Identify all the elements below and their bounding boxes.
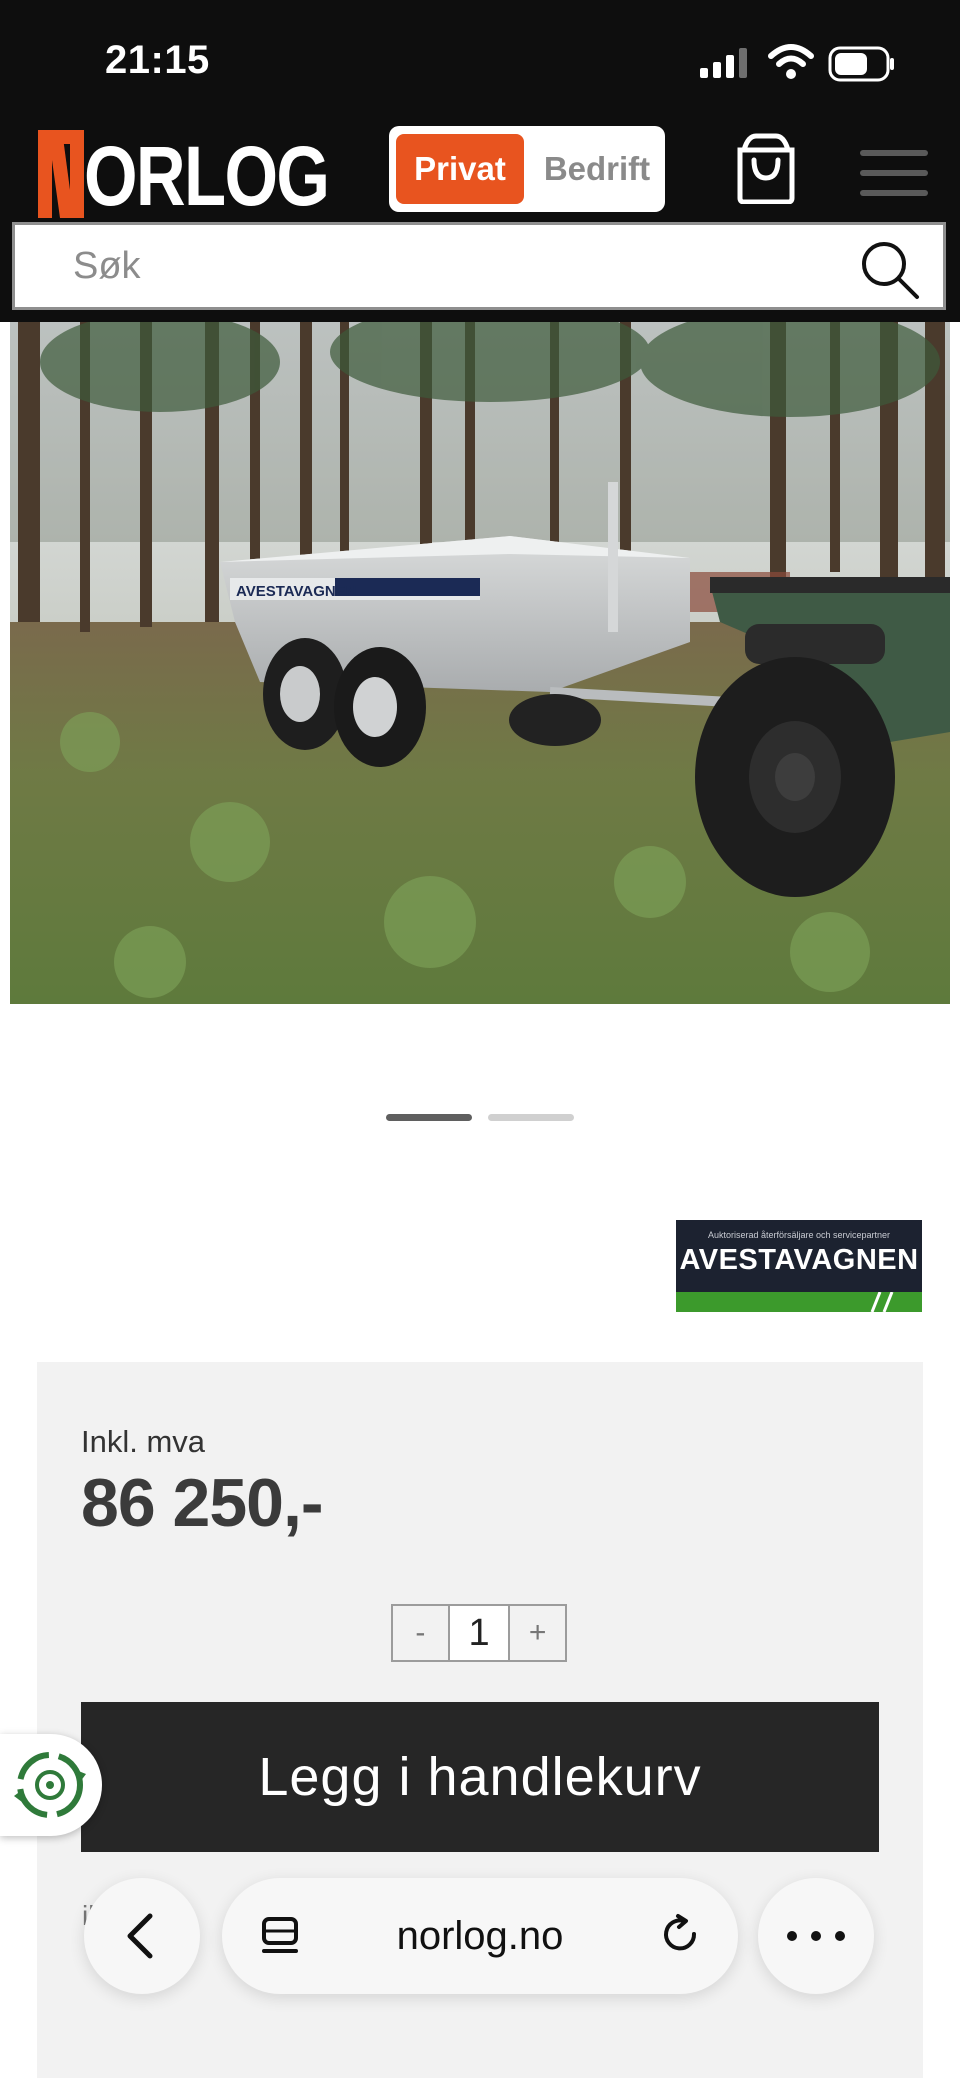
- quantity-stepper: - 1 +: [391, 1604, 567, 1662]
- shopping-bag-icon[interactable]: [734, 132, 798, 204]
- chevron-left-icon: [127, 1913, 153, 1959]
- quantity-input[interactable]: 1: [447, 1606, 511, 1660]
- norlog-logo[interactable]: ORLOG: [38, 118, 382, 218]
- product-image[interactable]: AVESTAVAGNEN: [10, 322, 950, 1004]
- logo-text: ORLOG: [84, 129, 330, 223]
- browser-back-button[interactable]: [84, 1878, 200, 1994]
- address-bar[interactable]: norlog.no: [222, 1878, 738, 1994]
- carousel-dot-active[interactable]: [386, 1114, 472, 1121]
- battery-icon: [828, 46, 894, 82]
- vat-label: Inkl. mva: [81, 1424, 206, 1459]
- cellular-signal-icon: [700, 48, 747, 78]
- carousel-dot[interactable]: [488, 1114, 574, 1121]
- more-options-button[interactable]: [758, 1878, 874, 1994]
- ellipsis-icon: [787, 1931, 845, 1941]
- search-input[interactable]: Søk: [73, 245, 141, 288]
- hamburger-menu-icon[interactable]: [860, 150, 928, 196]
- customer-type-toggle: Privat Bedrift: [389, 126, 665, 212]
- svg-text:AVESTAVAGNEN: AVESTAVAGNEN: [236, 583, 357, 600]
- recycle-widget-button[interactable]: [0, 1734, 102, 1836]
- partner-badge: Auktoriserad återförsäljare och servicep…: [676, 1220, 922, 1313]
- add-to-cart-button[interactable]: Legg i handlekurv: [81, 1702, 879, 1852]
- quantity-increase-button[interactable]: +: [510, 1606, 565, 1660]
- status-time: 21:15: [105, 38, 210, 82]
- product-price: 86 250,-: [81, 1465, 324, 1541]
- partner-subtitle: Auktoriserad återförsäljare och servicep…: [707, 1230, 891, 1240]
- bedrift-tab[interactable]: Bedrift: [535, 134, 659, 204]
- partner-stripe: [676, 1291, 922, 1313]
- quantity-decrease-button[interactable]: -: [393, 1606, 448, 1660]
- privat-tab[interactable]: Privat: [396, 134, 524, 204]
- recycle-icon: [14, 1752, 86, 1818]
- search-icon[interactable]: [859, 239, 921, 301]
- reload-icon[interactable]: [658, 1912, 704, 1958]
- partner-name: AVESTAVAGNEN: [679, 1244, 919, 1276]
- carousel-indicator: [386, 1114, 574, 1124]
- wifi-icon: [768, 44, 814, 79]
- page-menu-icon[interactable]: [260, 1916, 302, 1956]
- logo-n-mark: [38, 130, 84, 218]
- search-bar[interactable]: Søk: [12, 222, 946, 310]
- trailer-photo: AVESTAVAGNEN: [10, 322, 950, 1004]
